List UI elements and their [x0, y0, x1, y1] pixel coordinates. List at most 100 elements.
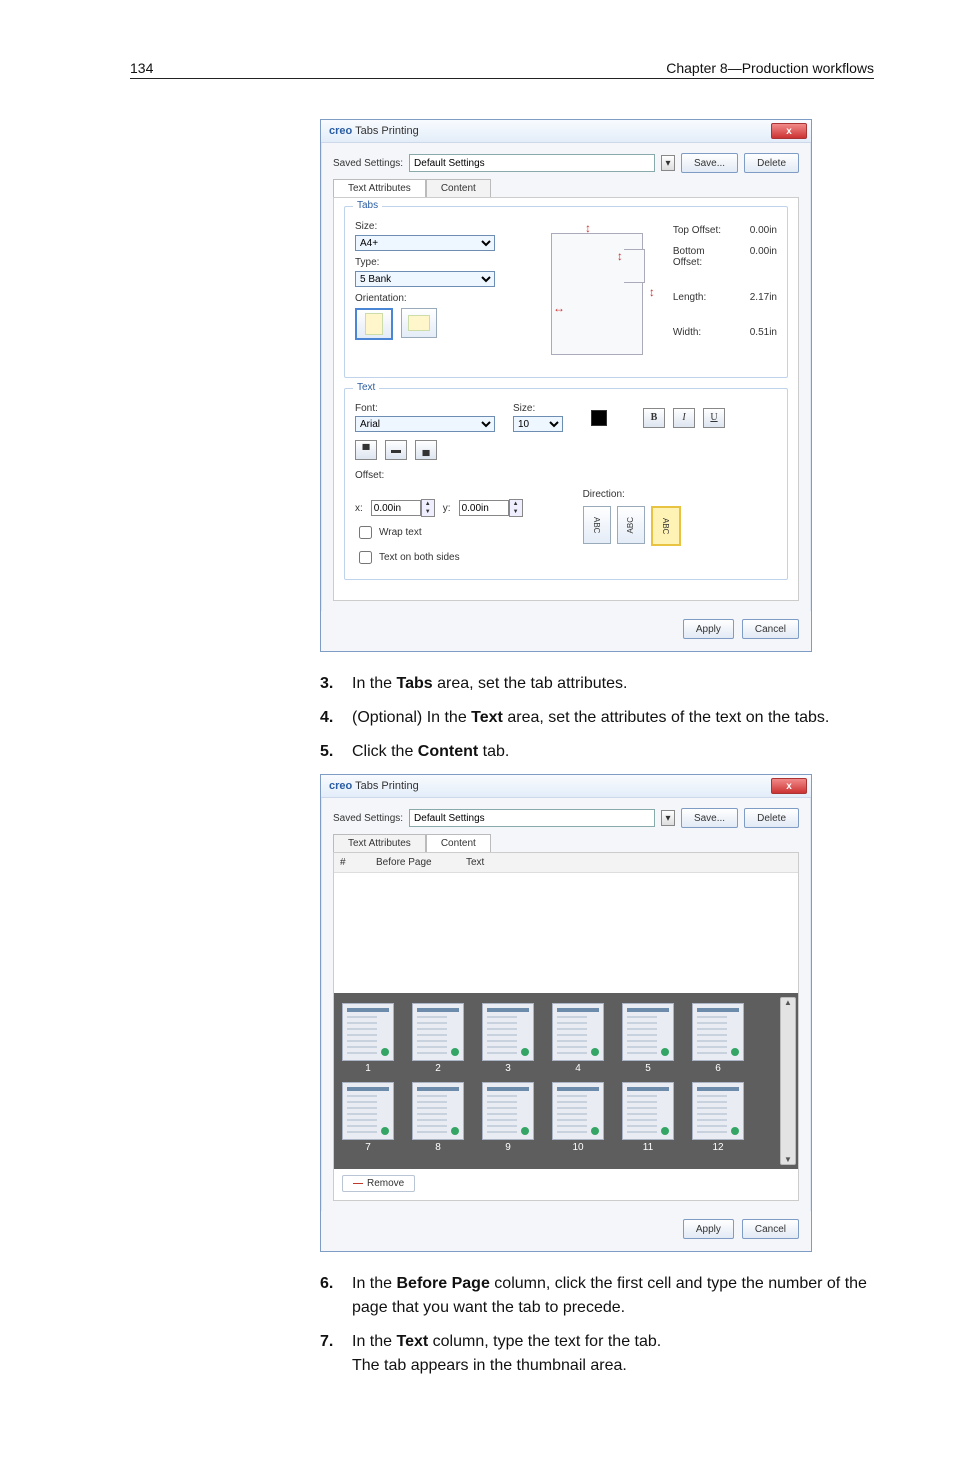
offset-label: Offset:	[355, 470, 777, 481]
content-table[interactable]	[334, 873, 798, 993]
tabs-printing-dialog-1: creo Tabs Printing x Saved Settings: ▾ S…	[320, 119, 812, 652]
arrow-icon: ↕	[649, 285, 655, 299]
remove-button[interactable]: —Remove	[342, 1175, 415, 1192]
font-size-select[interactable]: 10	[513, 416, 563, 432]
page-number: 134	[130, 60, 153, 76]
direction-1-button[interactable]: ABC	[583, 506, 611, 544]
bold-button[interactable]: B	[643, 408, 665, 428]
tabs-group-title: Tabs	[353, 200, 382, 211]
step-number: 7.	[320, 1330, 352, 1378]
saved-settings-input[interactable]	[409, 154, 655, 172]
saved-settings-dropdown-icon[interactable]: ▾	[661, 155, 675, 171]
orientation-portrait-button[interactable]	[355, 308, 393, 340]
close-icon[interactable]: x	[771, 778, 807, 794]
thumbnail[interactable]: 11	[622, 1082, 674, 1153]
cancel-button[interactable]: Cancel	[742, 1219, 799, 1239]
delete-button[interactable]: Delete	[744, 153, 799, 173]
bottom-offset-label: Bottom Offset:	[673, 246, 732, 268]
top-offset-value: 0.00in	[735, 225, 777, 236]
size-label: Size:	[355, 221, 525, 232]
size-select[interactable]: A4+	[355, 235, 495, 251]
arrow-icon: ↕	[617, 249, 623, 263]
step-text: Click the Content tab.	[352, 740, 880, 764]
orientation-label: Orientation:	[355, 293, 525, 304]
thumbnail[interactable]: 12	[692, 1082, 744, 1153]
tab-content[interactable]: Content	[426, 834, 491, 852]
save-button[interactable]: Save...	[681, 153, 738, 173]
thumbnail[interactable]: 1	[342, 1003, 394, 1074]
step-text: (Optional) In the Text area, set the att…	[352, 706, 880, 730]
apply-button[interactable]: Apply	[683, 619, 734, 639]
font-size-label: Size:	[513, 403, 583, 414]
align-bottom-button[interactable]: ▄	[415, 440, 437, 460]
thumbnail[interactable]: 7	[342, 1082, 394, 1153]
offset-y-input[interactable]	[459, 500, 509, 516]
type-select[interactable]: 5 Bank	[355, 271, 495, 287]
color-swatch[interactable]	[591, 410, 607, 426]
tabs-printing-dialog-2: creo Tabs Printing x Saved Settings: ▾ S…	[320, 774, 812, 1252]
align-top-button[interactable]: ▀	[355, 440, 377, 460]
both-sides-checkbox[interactable]	[359, 551, 372, 564]
step-number: 3.	[320, 672, 352, 696]
window-title: creo Tabs Printing	[329, 125, 419, 137]
offset-x-label: x:	[355, 503, 363, 514]
wrap-text-label: Wrap text	[379, 527, 422, 538]
underline-button[interactable]: U	[703, 408, 725, 428]
step-number: 6.	[320, 1272, 352, 1320]
step-number: 5.	[320, 740, 352, 764]
scrollbar[interactable]: ▲▼	[780, 997, 796, 1165]
offset-y-label: y:	[443, 503, 451, 514]
thumbnail[interactable]: 8	[412, 1082, 464, 1153]
saved-settings-dropdown-icon[interactable]: ▾	[661, 810, 675, 826]
window-title: creo Tabs Printing	[329, 780, 419, 792]
top-offset-label: Top Offset:	[673, 225, 721, 236]
bottom-offset-value: 0.00in	[738, 246, 777, 268]
tab-text-attributes[interactable]: Text Attributes	[333, 834, 426, 852]
orientation-landscape-button[interactable]	[401, 308, 437, 338]
thumbnail-area: ▲▼ 1 2 3 4 5 6 7 8 9	[334, 993, 798, 1169]
font-select[interactable]: Arial	[355, 416, 495, 432]
spinner-icon[interactable]: ▲▼	[509, 499, 523, 517]
cancel-button[interactable]: Cancel	[742, 619, 799, 639]
minus-icon: —	[353, 1178, 363, 1189]
tab-preview: ↕ ↕ ↕ ↔	[545, 215, 657, 365]
chapter-title: Chapter 8—Production workflows	[666, 60, 874, 76]
tab-text-attributes[interactable]: Text Attributes	[333, 179, 426, 197]
thumbnail[interactable]: 5	[622, 1003, 674, 1074]
save-button[interactable]: Save...	[681, 808, 738, 828]
arrow-icon: ↕	[585, 221, 591, 235]
header-rule	[130, 78, 874, 79]
spinner-icon[interactable]: ▲▼	[421, 499, 435, 517]
step-text: In the Before Page column, click the fir…	[352, 1272, 880, 1320]
delete-button[interactable]: Delete	[744, 808, 799, 828]
width-label: Width:	[673, 327, 701, 338]
thumbnail[interactable]: 3	[482, 1003, 534, 1074]
apply-button[interactable]: Apply	[683, 1219, 734, 1239]
saved-settings-input[interactable]	[409, 809, 655, 827]
close-icon[interactable]: x	[771, 123, 807, 139]
tab-content[interactable]: Content	[426, 179, 491, 197]
offset-x-input[interactable]	[371, 500, 421, 516]
type-label: Type:	[355, 257, 525, 268]
thumbnail[interactable]: 6	[692, 1003, 744, 1074]
align-middle-button[interactable]: ▬	[385, 440, 407, 460]
width-value: 0.51in	[735, 327, 777, 338]
direction-2-button[interactable]: ABC	[617, 506, 645, 544]
col-before-page: Before Page	[376, 857, 456, 868]
thumbnail[interactable]: 9	[482, 1082, 534, 1153]
font-label: Font:	[355, 403, 505, 414]
wrap-text-checkbox[interactable]	[359, 526, 372, 539]
saved-settings-label: Saved Settings:	[333, 158, 403, 169]
thumbnail[interactable]: 4	[552, 1003, 604, 1074]
both-sides-label: Text on both sides	[379, 552, 460, 563]
saved-settings-label: Saved Settings:	[333, 813, 403, 824]
length-label: Length:	[673, 292, 706, 303]
italic-button[interactable]: I	[673, 408, 695, 428]
step-text: In the Text column, type the text for th…	[352, 1330, 880, 1378]
thumbnail[interactable]: 2	[412, 1003, 464, 1074]
arrow-icon: ↔	[553, 301, 565, 315]
col-number: #	[340, 857, 366, 868]
thumbnail[interactable]: 10	[552, 1082, 604, 1153]
direction-3-button[interactable]: ABC	[651, 506, 681, 546]
col-text: Text	[466, 857, 484, 868]
